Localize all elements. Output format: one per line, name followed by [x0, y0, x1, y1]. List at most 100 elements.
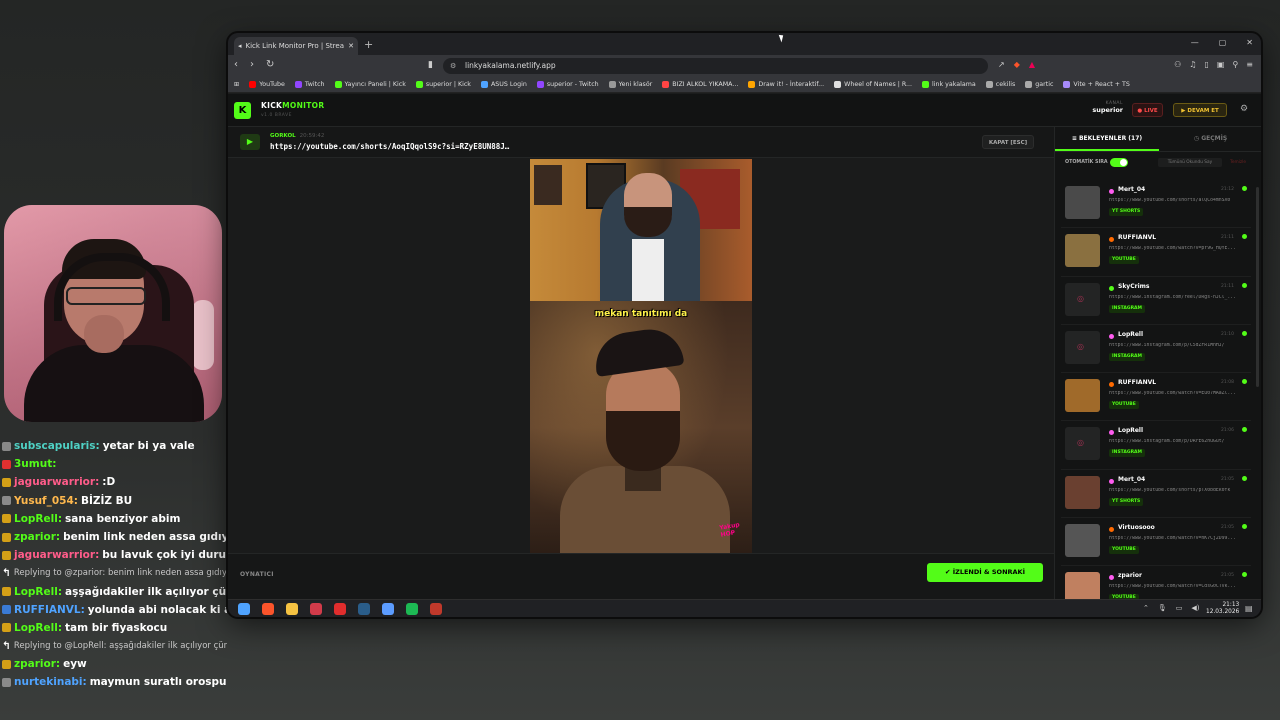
share-icon[interactable]: ↗ [998, 60, 1005, 69]
chrome-icon[interactable] [382, 603, 394, 615]
app-icon[interactable] [430, 603, 442, 615]
chat-reply-indicator: ↰ Replying to @zparior: benim link neden… [2, 564, 227, 582]
bookmark-item[interactable]: Yayıncı Paneli | Kick [334, 81, 406, 88]
site-info-icon[interactable]: ⚙ [450, 58, 456, 74]
chat-message: jaguarwarrior: bu lavuk çok iyi duruyo [2, 546, 227, 564]
bookmark-item[interactable]: link yakalama [922, 81, 976, 88]
bookmark-favicon-icon [922, 81, 930, 88]
continue-button[interactable]: ▶ DEVAM ET [1173, 103, 1227, 117]
queue-item[interactable]: ◎ SkyCrims 21:11 https://www.instagram.com/… [1061, 277, 1251, 325]
queue-item[interactable]: ◎ LopRell 21:10 https://www.instagram.com/p… [1061, 325, 1251, 374]
vpn-icon[interactable]: ⚲ [1232, 60, 1238, 69]
queue-thumbnail [1065, 475, 1100, 509]
back-icon[interactable]: ‹ [234, 59, 238, 70]
instagram-icon: ◎ [1077, 341, 1084, 351]
chat-username[interactable]: nurtekinabi: [14, 673, 87, 691]
bookmark-item[interactable]: ASUS Login [480, 81, 527, 88]
steam-icon[interactable] [358, 603, 370, 615]
chat-text: BİZİZ BU [80, 494, 133, 507]
minimize-button[interactable]: — [1191, 38, 1199, 47]
chevron-up-icon[interactable]: ⌃ [1143, 604, 1149, 612]
chat-text: yolunda abi nolacak ki amk [87, 603, 227, 616]
live-button[interactable]: ● LIVE [1132, 103, 1163, 117]
chat-username[interactable]: LopRell: [14, 510, 62, 528]
taskbar-clock[interactable]: 21:13 12.03.2026 [1206, 602, 1239, 616]
chat-username[interactable]: LopRell: [14, 583, 62, 601]
sidebar-icon[interactable]: ▯ [1204, 60, 1208, 69]
chat-username[interactable]: RUFFIANVL: [14, 601, 85, 619]
bookmark-favicon-icon [334, 81, 342, 88]
bookmark-page-icon[interactable]: ▮ [428, 60, 433, 70]
bookmark-item[interactable]: cekilis [985, 81, 1015, 88]
auto-queue-toggle[interactable] [1110, 158, 1128, 167]
forward-icon[interactable]: › [250, 59, 254, 70]
chat-username[interactable]: Yusuf_054: [14, 492, 78, 510]
close-window-button[interactable]: ✕ [1246, 38, 1253, 47]
browser-tab[interactable]: ◂ Kick Link Monitor Pro | Stream ✕ [234, 37, 358, 55]
bookmark-item[interactable]: Wheel of Names | R... [834, 81, 912, 88]
chat-badge-icon [2, 441, 11, 451]
queue-item[interactable]: RUFFIANVL 21:11 https://www.youtube.com/wa… [1061, 228, 1251, 277]
settings-icon[interactable]: ⚙ [1240, 104, 1248, 114]
tab-waiting[interactable]: ≡ BEKLEYENLER (17) [1055, 127, 1159, 151]
media-icon[interactable]: ♫ [1189, 60, 1196, 69]
bookmark-item[interactable]: superior - Twitch [536, 81, 599, 88]
video-player[interactable]: Yakup HOP mekan tanıtımı da [228, 158, 1054, 554]
queue-item[interactable]: Mert_04 21:12 https://www.youtube.com/shor… [1061, 180, 1251, 229]
chat-username[interactable]: jaguarwarrior: [14, 546, 99, 564]
queue-username: Mert_04 [1118, 186, 1146, 193]
chat-username[interactable]: zparior: [14, 528, 60, 546]
windows-icon[interactable] [238, 603, 250, 615]
bookmark-item[interactable]: Draw it! - İnteraktif... [748, 81, 824, 88]
brave-icon[interactable] [262, 603, 274, 615]
clock-time: 21:13 [1222, 602, 1240, 608]
bookmark-item[interactable]: gartic [1025, 81, 1053, 88]
record-icon[interactable] [334, 603, 346, 615]
mic-icon[interactable]: 🎙 [1158, 604, 1167, 612]
bookmark-item[interactable]: Twitch [294, 81, 325, 88]
chat-username[interactable]: subscapularis: [14, 437, 100, 455]
chat-username[interactable]: 3umut: [14, 455, 56, 473]
chat-username[interactable]: jaguarwarrior: [14, 473, 99, 491]
current-link-url[interactable]: https://youtube.com/shorts/AoqIQqolS9c?s… [270, 142, 509, 151]
folder-icon[interactable] [286, 603, 298, 615]
queue-item[interactable]: RUFFIANVL 21:08 https://www.youtube.com/wa… [1061, 373, 1251, 422]
queue-item[interactable]: Mert_04 21:05 https://www.youtube.com/shor… [1061, 470, 1251, 519]
online-status-icon [1242, 330, 1247, 336]
volume-icon[interactable]: ◀) [1191, 604, 1199, 612]
bookmark-label: BIZI ALKOL YIKAMA... [672, 81, 739, 88]
bookmark-item[interactable]: Vite + React + TS [1063, 81, 1130, 88]
notification-icon[interactable]: ▤ [1245, 604, 1253, 613]
video-frame[interactable]: Yakup HOP mekan tanıtımı da [530, 159, 752, 554]
close-button[interactable]: KAPAT [ESC] [982, 135, 1034, 149]
new-tab-button[interactable]: + [364, 38, 373, 51]
clear-button[interactable]: Temizle [1230, 160, 1246, 165]
wallet-icon[interactable]: ▣ [1217, 60, 1225, 69]
chat-username[interactable]: zparior: [14, 655, 60, 673]
chat-username[interactable]: LopRell: [14, 619, 62, 637]
apps-grid-icon[interactable]: ⊞ [234, 81, 239, 88]
brave-rewards-icon[interactable]: ▲ [1029, 60, 1035, 69]
spotify-icon[interactable] [406, 603, 418, 615]
bookmark-item[interactable]: BIZI ALKOL YIKAMA... [662, 81, 738, 88]
queue-item[interactable]: Virtuosooo 21:05 https://www.youtube.com/w… [1061, 518, 1251, 567]
close-tab-icon[interactable]: ✕ [348, 42, 354, 50]
brave-shield-icon[interactable]: ◆ [1014, 60, 1020, 69]
queue-item[interactable]: zparior 21:05 https://www.youtube.com/watc… [1061, 566, 1251, 599]
online-status-icon [1242, 572, 1247, 578]
reload-icon[interactable]: ↻ [266, 59, 274, 70]
bookmark-item[interactable]: Yeni klasör [608, 81, 652, 88]
queue-scrollbar[interactable] [1256, 187, 1259, 387]
mark-all-read-button[interactable]: Tümünü Okundu Say [1158, 158, 1222, 167]
tab-history[interactable]: ◷ GEÇMİŞ [1159, 127, 1261, 151]
network-icon[interactable]: ▭ [1176, 604, 1183, 612]
bookmark-item[interactable]: YouTube [249, 81, 285, 88]
queue-item[interactable]: ◎ LopRell 21:06 https://www.instagram.com/p… [1061, 421, 1251, 470]
address-bar[interactable]: ⚙ linkyakalama.netlify.app [443, 58, 988, 74]
pin-icon[interactable] [310, 603, 322, 615]
menu-icon[interactable]: ≡ [1246, 60, 1253, 69]
watched-next-button[interactable]: ✔ İZLENDİ & SONRAKİ [927, 563, 1043, 582]
maximize-button[interactable]: ▢ [1219, 38, 1227, 47]
extension-icon[interactable]: ⚇ [1174, 60, 1181, 69]
bookmark-item[interactable]: superior | Kick [415, 81, 471, 88]
